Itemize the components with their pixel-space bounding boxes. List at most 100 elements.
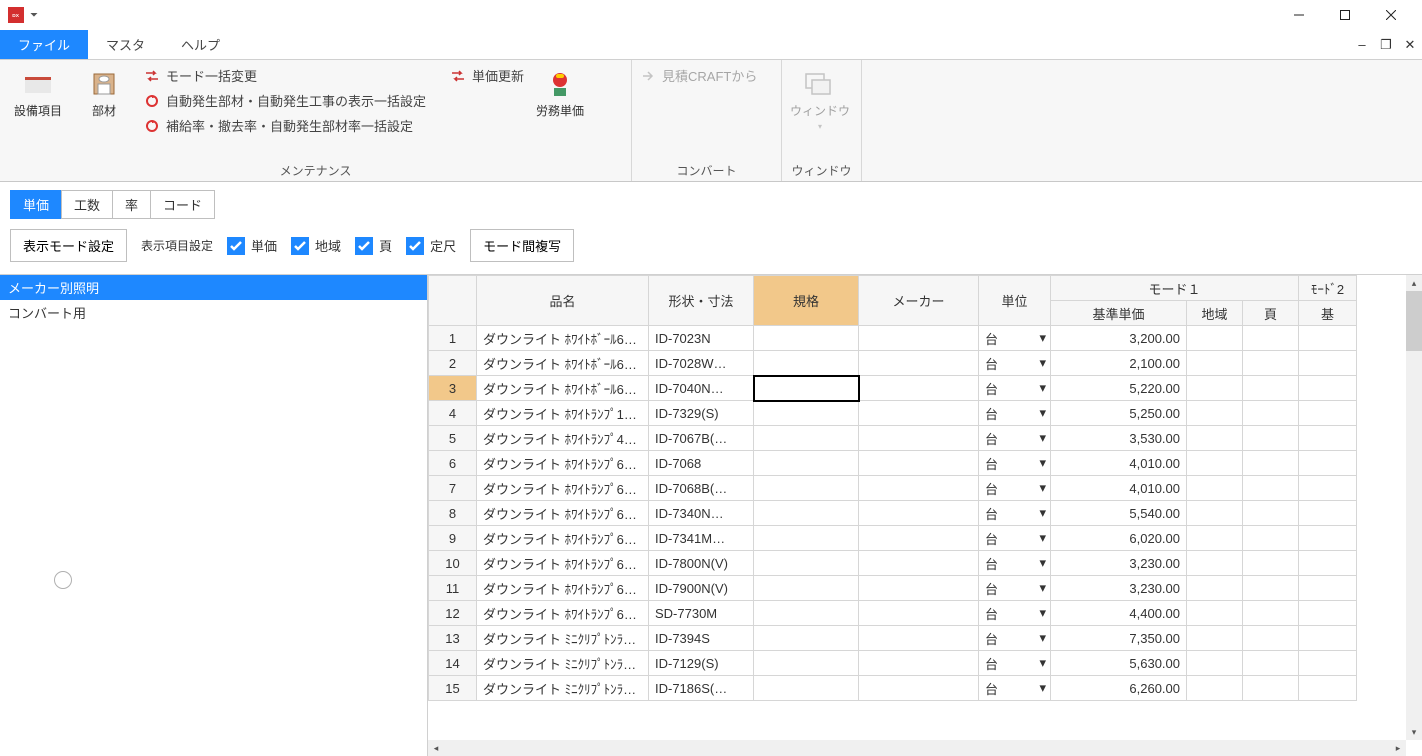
- cell-shape[interactable]: ID-7067B(…: [649, 426, 754, 451]
- cell-region[interactable]: [1187, 351, 1243, 376]
- cell-spec[interactable]: [754, 451, 859, 476]
- mdi-minimize-button[interactable]: –: [1350, 30, 1374, 59]
- cell-unit[interactable]: 台▾: [979, 326, 1051, 351]
- col-maker[interactable]: メーカー: [859, 276, 979, 326]
- cell-shape[interactable]: ID-7040N…: [649, 376, 754, 401]
- labor-unit-price-button[interactable]: 労務単価: [530, 64, 590, 118]
- chevron-down-icon[interactable]: ▾: [1039, 355, 1046, 371]
- cell-mode2[interactable]: [1299, 526, 1357, 551]
- cell-page[interactable]: [1243, 626, 1299, 651]
- row-number[interactable]: 6: [429, 451, 477, 476]
- row-number[interactable]: 7: [429, 476, 477, 501]
- cell-name[interactable]: ダウンライト ﾎﾜｲﾄﾗﾝﾌﾟ60…: [477, 576, 649, 601]
- cell-shape[interactable]: ID-7800N(V): [649, 551, 754, 576]
- cell-unit[interactable]: 台▾: [979, 376, 1051, 401]
- cell-name[interactable]: ダウンライト ﾎﾜｲﾄﾎﾞｰﾙ60…: [477, 351, 649, 376]
- window-maximize-button[interactable]: [1322, 0, 1368, 30]
- cell-name[interactable]: ダウンライト ﾎﾜｲﾄﾗﾝﾌﾟ60…: [477, 601, 649, 626]
- row-number[interactable]: 8: [429, 501, 477, 526]
- cell-price[interactable]: 4,400.00: [1051, 601, 1187, 626]
- cell-unit[interactable]: 台▾: [979, 476, 1051, 501]
- cell-unit[interactable]: 台▾: [979, 551, 1051, 576]
- cell-maker[interactable]: [859, 551, 979, 576]
- qat-dropdown[interactable]: ⏷: [30, 10, 38, 21]
- cell-price[interactable]: 7,350.00: [1051, 626, 1187, 651]
- cell-maker[interactable]: [859, 626, 979, 651]
- cell-mode2[interactable]: [1299, 351, 1357, 376]
- mode-copy-button[interactable]: モード間複写: [470, 229, 574, 262]
- cell-price[interactable]: 3,530.00: [1051, 426, 1187, 451]
- check-unit-price[interactable]: [227, 237, 245, 255]
- cell-page[interactable]: [1243, 601, 1299, 626]
- cell-region[interactable]: [1187, 601, 1243, 626]
- cell-spec[interactable]: [754, 501, 859, 526]
- cell-maker[interactable]: [859, 576, 979, 601]
- cell-unit[interactable]: 台▾: [979, 676, 1051, 701]
- row-number[interactable]: 4: [429, 401, 477, 426]
- chevron-down-icon[interactable]: ▾: [1039, 555, 1046, 571]
- cell-spec[interactable]: [754, 526, 859, 551]
- cell-unit[interactable]: 台▾: [979, 626, 1051, 651]
- cell-maker[interactable]: [859, 651, 979, 676]
- cell-spec[interactable]: [754, 351, 859, 376]
- cell-region[interactable]: [1187, 501, 1243, 526]
- cell-region[interactable]: [1187, 451, 1243, 476]
- cell-unit[interactable]: 台▾: [979, 426, 1051, 451]
- cell-mode2[interactable]: [1299, 451, 1357, 476]
- cell-name[interactable]: ダウンライト ﾐﾆｸﾘﾌﾟﾄﾝﾗﾝ…: [477, 676, 649, 701]
- cell-mode2[interactable]: [1299, 376, 1357, 401]
- cell-spec[interactable]: [754, 576, 859, 601]
- col-rownum[interactable]: [429, 276, 477, 326]
- chevron-down-icon[interactable]: ▾: [1039, 630, 1046, 646]
- cell-shape[interactable]: ID-7900N(V): [649, 576, 754, 601]
- row-number[interactable]: 10: [429, 551, 477, 576]
- cell-region[interactable]: [1187, 476, 1243, 501]
- cell-mode2[interactable]: [1299, 626, 1357, 651]
- cell-price[interactable]: 4,010.00: [1051, 451, 1187, 476]
- chevron-down-icon[interactable]: ▾: [1039, 530, 1046, 546]
- cell-maker[interactable]: [859, 326, 979, 351]
- cell-price[interactable]: 4,010.00: [1051, 476, 1187, 501]
- cell-maker[interactable]: [859, 526, 979, 551]
- cell-shape[interactable]: ID-7186S(…: [649, 676, 754, 701]
- cell-maker[interactable]: [859, 601, 979, 626]
- cell-name[interactable]: ダウンライト ﾎﾜｲﾄﾎﾞｰﾙ60…: [477, 376, 649, 401]
- from-mitsumori-craft-button[interactable]: 見積CRAFTから: [640, 66, 757, 85]
- cell-mode2[interactable]: [1299, 551, 1357, 576]
- cell-price[interactable]: 5,630.00: [1051, 651, 1187, 676]
- cell-spec[interactable]: [754, 401, 859, 426]
- cell-spec[interactable]: [754, 326, 859, 351]
- table-row[interactable]: 8ダウンライト ﾎﾜｲﾄﾗﾝﾌﾟ60…ID-7340N…台▾5,540.00: [429, 501, 1357, 526]
- cell-mode2[interactable]: [1299, 576, 1357, 601]
- scroll-down-icon[interactable]: ▾: [1406, 724, 1422, 740]
- cell-shape[interactable]: ID-7129(S): [649, 651, 754, 676]
- cell-maker[interactable]: [859, 476, 979, 501]
- cell-unit[interactable]: 台▾: [979, 401, 1051, 426]
- cell-name[interactable]: ダウンライト ﾎﾜｲﾄﾗﾝﾌﾟ60…: [477, 501, 649, 526]
- menu-tab-master[interactable]: マスタ: [88, 30, 163, 59]
- cell-mode2[interactable]: [1299, 676, 1357, 701]
- cell-price[interactable]: 3,230.00: [1051, 576, 1187, 601]
- table-row[interactable]: 12ダウンライト ﾎﾜｲﾄﾗﾝﾌﾟ60…SD-7730M台▾4,400.00: [429, 601, 1357, 626]
- chevron-down-icon[interactable]: ▾: [1039, 430, 1046, 446]
- cell-unit[interactable]: 台▾: [979, 451, 1051, 476]
- table-row[interactable]: 13ダウンライト ﾐﾆｸﾘﾌﾟﾄﾝﾗﾝ…ID-7394S台▾7,350.00: [429, 626, 1357, 651]
- chevron-down-icon[interactable]: ▾: [1039, 680, 1046, 696]
- cell-price[interactable]: 6,020.00: [1051, 526, 1187, 551]
- cell-name[interactable]: ダウンライト ﾎﾜｲﾄﾗﾝﾌﾟ40…: [477, 426, 649, 451]
- cell-unit[interactable]: 台▾: [979, 576, 1051, 601]
- cell-region[interactable]: [1187, 551, 1243, 576]
- cell-maker[interactable]: [859, 451, 979, 476]
- table-row[interactable]: 15ダウンライト ﾐﾆｸﾘﾌﾟﾄﾝﾗﾝ…ID-7186S(…台▾6,260.00: [429, 676, 1357, 701]
- cell-shape[interactable]: ID-7068: [649, 451, 754, 476]
- mdi-restore-button[interactable]: ❐: [1374, 30, 1398, 59]
- window-close-button[interactable]: [1368, 0, 1414, 30]
- check-standard-length[interactable]: [406, 237, 424, 255]
- col-shape[interactable]: 形状・寸法: [649, 276, 754, 326]
- cell-spec[interactable]: [754, 651, 859, 676]
- cell-price[interactable]: 5,540.00: [1051, 501, 1187, 526]
- chevron-down-icon[interactable]: ▾: [1039, 330, 1046, 346]
- cell-mode2[interactable]: [1299, 651, 1357, 676]
- cell-name[interactable]: ダウンライト ﾐﾆｸﾘﾌﾟﾄﾝﾗﾝ…: [477, 651, 649, 676]
- cell-mode2[interactable]: [1299, 476, 1357, 501]
